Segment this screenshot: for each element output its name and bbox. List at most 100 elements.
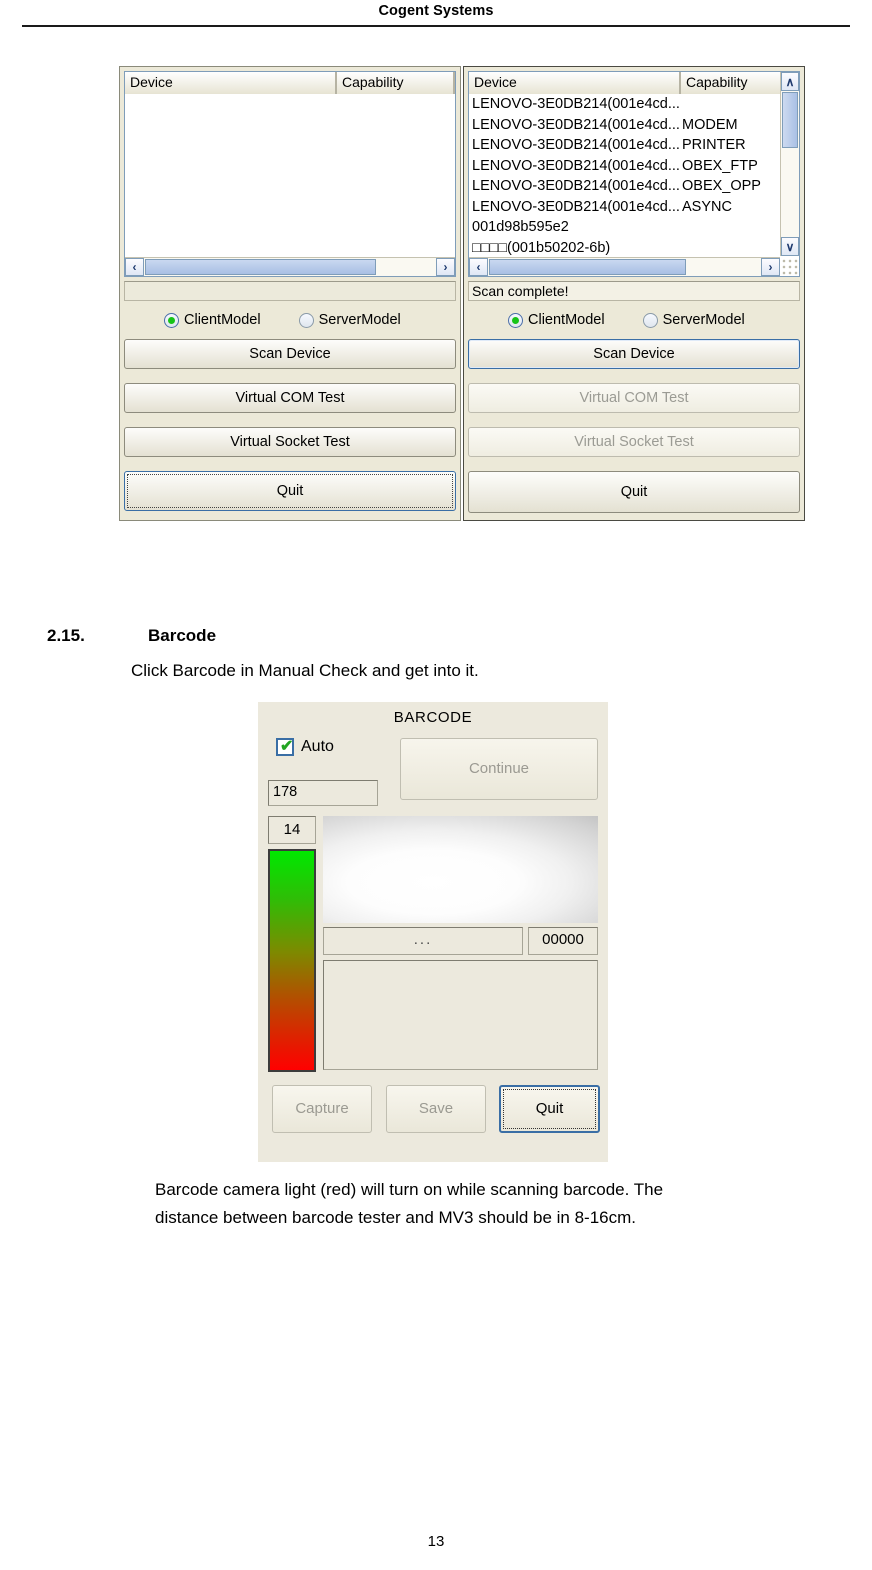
camera-preview [323,816,598,923]
page-number: 13 [427,1533,445,1550]
right-vscroll-track[interactable] [781,91,799,237]
cell-capability: OBEX_OPP [682,178,761,194]
save-button-label: Save [418,1100,454,1117]
right-status-bar: Scan complete! [468,281,800,301]
left-horizontal-scrollbar[interactable]: ‹ › [125,257,455,276]
radio-label: ClientModel [184,312,261,328]
checkbox-box-icon: ✔ [276,738,294,756]
table-row[interactable]: LENOVO-3E0DB214(001e4cd... MODEM [469,115,780,136]
header-title: Cogent Systems [378,3,494,19]
cell-device: 001d98b595e2 [472,219,569,235]
table-row[interactable]: LENOVO-3E0DB214(001e4cd... ASYNC [469,197,780,218]
table-row[interactable]: LENOVO-3E0DB214(001e4cd... OBEX_FTP [469,156,780,177]
bluetooth-left-panel: Device Capability ‹ › ClientModel Server… [119,66,461,521]
column-header-device[interactable]: Device [125,72,337,94]
cell-capability [680,94,780,115]
radio-label: ClientModel [528,312,605,328]
counter-field: 00000 [528,927,598,955]
exposure-value-field[interactable]: 178 [268,780,378,806]
left-hscroll-track[interactable] [144,258,436,276]
cell-device: LENOVO-3E0DB214(001e4cd... [472,96,680,112]
radio-dot-icon [642,312,658,328]
signal-strength-gradient-bar [268,849,316,1072]
barcode-note-paragraph: Barcode camera light (red) will turn on … [155,1176,855,1232]
left-radio-group: ClientModel ServerModel [124,307,456,333]
right-hscroll-track[interactable] [488,258,761,276]
column-header-device[interactable]: Device [469,72,681,94]
continue-button: Continue [400,738,598,800]
cell-capability: OBEX_FTP [682,157,758,174]
left-device-listview[interactable]: Device Capability ‹ › [124,71,456,277]
radio-server-model-left[interactable]: ServerModel [298,312,401,328]
virtual-socket-test-button-left[interactable]: Virtual Socket Test [124,427,456,457]
scroll-up-icon[interactable]: ∧ [781,72,799,91]
right-hscroll-thumb[interactable] [489,259,686,275]
left-hscroll-thumb[interactable] [145,259,376,275]
quit-button-left[interactable]: Quit [124,471,456,511]
bluetooth-right-panel: Device Capability LENOVO-3E0DB214(001e4c… [463,66,805,521]
resize-grip-icon[interactable] [781,258,798,275]
radio-label: ServerModel [318,312,401,328]
table-row[interactable]: 001d98b595e2 [469,217,780,238]
barcode-dialog-screenshot: BARCODE ✔ Auto Continue 178 14 ... 00000… [258,702,608,1162]
left-listview-header: Device Capability [125,72,455,96]
scan-device-button-left[interactable]: Scan Device [124,339,456,369]
cell-device: LENOVO-3E0DB214(001e4cd... [472,116,680,133]
auto-checkbox-label: Auto [301,738,334,755]
right-device-listview[interactable]: Device Capability LENOVO-3E0DB214(001e4c… [468,71,800,277]
continue-button-label: Continue [468,760,530,777]
result-textarea[interactable] [323,960,598,1070]
table-row[interactable]: LENOVO-3E0DB214(001e4cd... PRINTER [469,135,780,156]
virtual-com-test-button-right: Virtual COM Test [468,383,800,413]
note-line-1: Barcode camera light (red) will turn on … [155,1180,664,1199]
table-row[interactable]: LENOVO-3E0DB214(001e4cd... OBEX_OPP [469,176,780,197]
virtual-socket-test-button-right: Virtual Socket Test [468,427,800,457]
right-vscroll-thumb[interactable] [782,92,798,148]
virtual-com-test-button-left[interactable]: Virtual COM Test [124,383,456,413]
auto-checkbox[interactable]: ✔ Auto [276,738,334,756]
note-line-2: distance between barcode tester and MV3 … [155,1208,637,1227]
radio-dot-icon [298,312,314,328]
cell-device: LENOVO-3E0DB214(001e4cd... [472,178,680,194]
cell-capability [680,238,780,257]
quit-button-label: Quit [535,1100,564,1117]
left-listview-body [125,94,455,256]
scroll-right-icon[interactable]: › [761,258,780,276]
cell-device: □□□□(001b50202-6b) [472,239,611,256]
cell-device: LENOVO-3E0DB214(001e4cd... [472,137,680,153]
scroll-left-icon[interactable]: ‹ [125,258,144,276]
section-intro-text: Click Barcode in Manual Check and get in… [131,661,479,680]
column-header-capability[interactable]: Capability [337,72,455,94]
scroll-down-icon[interactable]: ∨ [781,237,799,256]
cell-capability: ASYNC [682,198,732,215]
right-vertical-scrollbar[interactable]: ∧ ∨ [780,72,799,256]
radio-dot-icon [508,312,523,328]
quit-button-barcode[interactable]: Quit [499,1085,600,1133]
table-row[interactable]: □□□□(001b50202-6b) [469,238,780,257]
document-header: Cogent Systems [0,0,872,28]
scroll-left-icon[interactable]: ‹ [469,258,488,276]
capture-button-label: Capture [295,1100,349,1117]
scroll-right-icon[interactable]: › [436,258,455,276]
check-icon: ✔ [280,738,294,755]
cell-device: LENOVO-3E0DB214(001e4cd... [472,198,680,215]
radio-client-model-right[interactable]: ClientModel [508,312,605,328]
cell-capability: MODEM [682,116,738,133]
radio-label: ServerModel [662,312,745,328]
capture-button: Capture [272,1085,372,1133]
bluetooth-tester-screenshot: Device Capability ‹ › ClientModel Server… [119,66,805,521]
radio-server-model-right[interactable]: ServerModel [642,312,745,328]
header-divider [22,25,850,27]
cell-capability: PRINTER [682,137,746,153]
gain-value-field[interactable]: 14 [268,816,316,844]
quit-button-right[interactable]: Quit [468,471,800,513]
right-horizontal-scrollbar[interactable]: ‹ › [469,257,780,276]
section-number: 2.15. [47,626,85,645]
scan-device-button-right[interactable]: Scan Device [468,339,800,369]
table-row[interactable]: LENOVO-3E0DB214(001e4cd... [469,94,780,115]
radio-client-model-left[interactable]: ClientModel [164,312,261,328]
right-listview-body: LENOVO-3E0DB214(001e4cd... LENOVO-3E0DB2… [469,94,780,256]
cell-device: LENOVO-3E0DB214(001e4cd... [472,157,680,174]
right-radio-group: ClientModel ServerModel [468,307,800,333]
section-title: Barcode [148,626,217,645]
